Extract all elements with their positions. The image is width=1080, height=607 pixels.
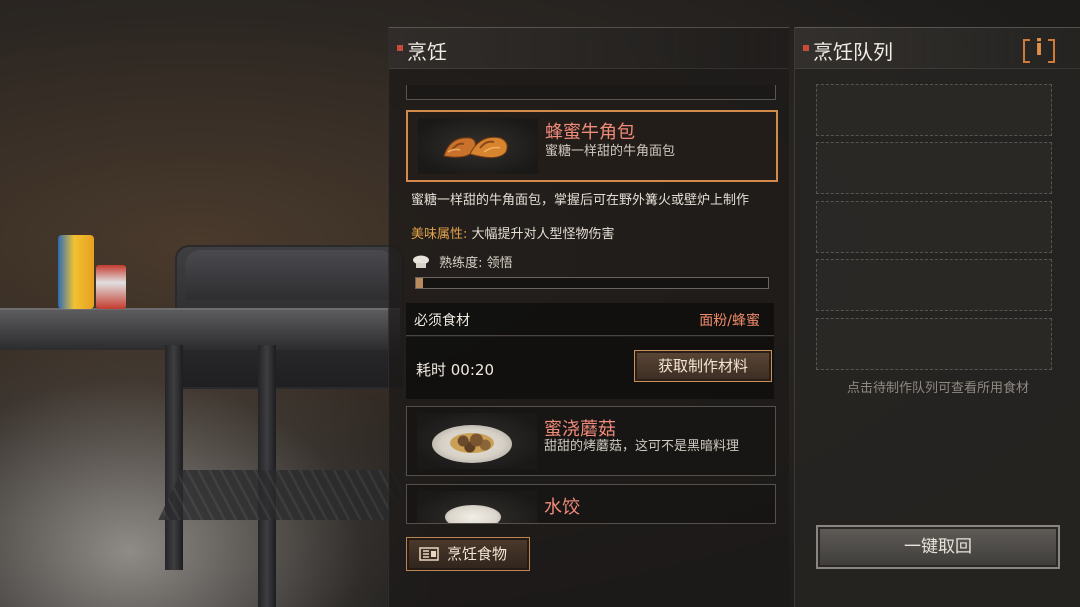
queue-panel-title: 烹饪队列 (813, 40, 893, 64)
header-marker (803, 45, 809, 51)
recipe-card-dumplings[interactable]: 水饺 (406, 484, 776, 524)
cooking-queue-panel: 烹饪队列 i 点击待制作队列可查看所用食材 一键取回 (794, 27, 1080, 607)
recipe-desc: 蜜糖一样甜的牛角面包 (545, 144, 676, 159)
recipe-list-edge (406, 85, 776, 100)
recipe-name: 蜜浇蘑菇 (544, 419, 616, 440)
recipe-desc: 甜甜的烤蘑菇，这可不是黑暗料理 (544, 439, 740, 454)
cooking-panel: 烹饪 蜂蜜牛角包 蜜糖一样甜的牛角面包 蜜糖一样甜的牛角面包，掌握后可在野外篝火… (388, 27, 789, 607)
cook-time: 耗时 00:20 (416, 361, 494, 379)
mushroom-food (450, 433, 494, 453)
ingredients-value: 面粉/蜂蜜 (699, 313, 760, 329)
chef-hat-icon (413, 255, 429, 268)
header-marker (397, 45, 403, 51)
divider (406, 335, 774, 336)
queue-slot[interactable] (816, 84, 1052, 136)
workbench-shelf (158, 470, 412, 520)
queue-slot[interactable] (816, 201, 1052, 253)
condiment-jar (96, 265, 126, 309)
mastery-progress-bar (415, 277, 769, 289)
workbench-top (0, 308, 400, 350)
recipe-attribute: 美味属性: 大幅提升对人型怪物伤害 (411, 223, 615, 242)
cook-food-label: 烹饪食物 (447, 545, 508, 563)
mastery-row: 熟练度: 领悟 (411, 252, 513, 271)
ingredients-row: 必须食材 面粉/蜂蜜 (406, 303, 774, 335)
cooking-panel-title: 烹饪 (407, 40, 447, 64)
attribute-value: 大幅提升对人型怪物伤害 (471, 227, 615, 242)
mastery-text: 熟练度: 领悟 (439, 256, 513, 271)
time-row: 耗时 00:20 获取制作材料 (406, 337, 774, 399)
mastery-progress-fill (416, 278, 424, 288)
ingredients-label: 必须食材 (414, 313, 470, 329)
get-materials-button[interactable]: 获取制作材料 (634, 350, 772, 382)
workbench-leg (165, 345, 183, 570)
queue-hint: 点击待制作队列可查看所用食材 (846, 381, 1029, 396)
cooking-panel-header: 烹饪 (389, 27, 789, 69)
recipe-card-honey-croissant[interactable]: 蜂蜜牛角包 蜜糖一样甜的牛角面包 (406, 110, 778, 182)
info-button[interactable]: i (1023, 38, 1055, 63)
grill-lid (185, 250, 395, 300)
queue-slot[interactable] (816, 318, 1052, 370)
recipe-detail-desc: 蜜糖一样甜的牛角面包，掌握后可在野外篝火或壁炉上制作 (411, 193, 750, 208)
recipe-card-honey-mushroom[interactable]: 蜜浇蘑菇 甜甜的烤蘑菇，这可不是黑暗料理 (406, 406, 776, 476)
honey-mushroom-icon (417, 413, 537, 469)
recipe-book-icon (419, 547, 439, 561)
dumpling-icon (417, 491, 537, 523)
croissant-icon (418, 118, 538, 174)
dumpling-plate (445, 505, 501, 523)
queue-slot[interactable] (816, 142, 1052, 194)
recipe-name: 水饺 (544, 497, 580, 518)
condiment-bottle (58, 235, 94, 309)
cook-food-button[interactable]: 烹饪食物 (406, 537, 530, 571)
queue-panel-header: 烹饪队列 i (795, 27, 1080, 69)
queue-slot[interactable] (816, 259, 1052, 311)
recipe-name: 蜂蜜牛角包 (545, 122, 635, 143)
attribute-label: 美味属性: (411, 227, 468, 242)
recall-all-button[interactable]: 一键取回 (816, 525, 1060, 569)
